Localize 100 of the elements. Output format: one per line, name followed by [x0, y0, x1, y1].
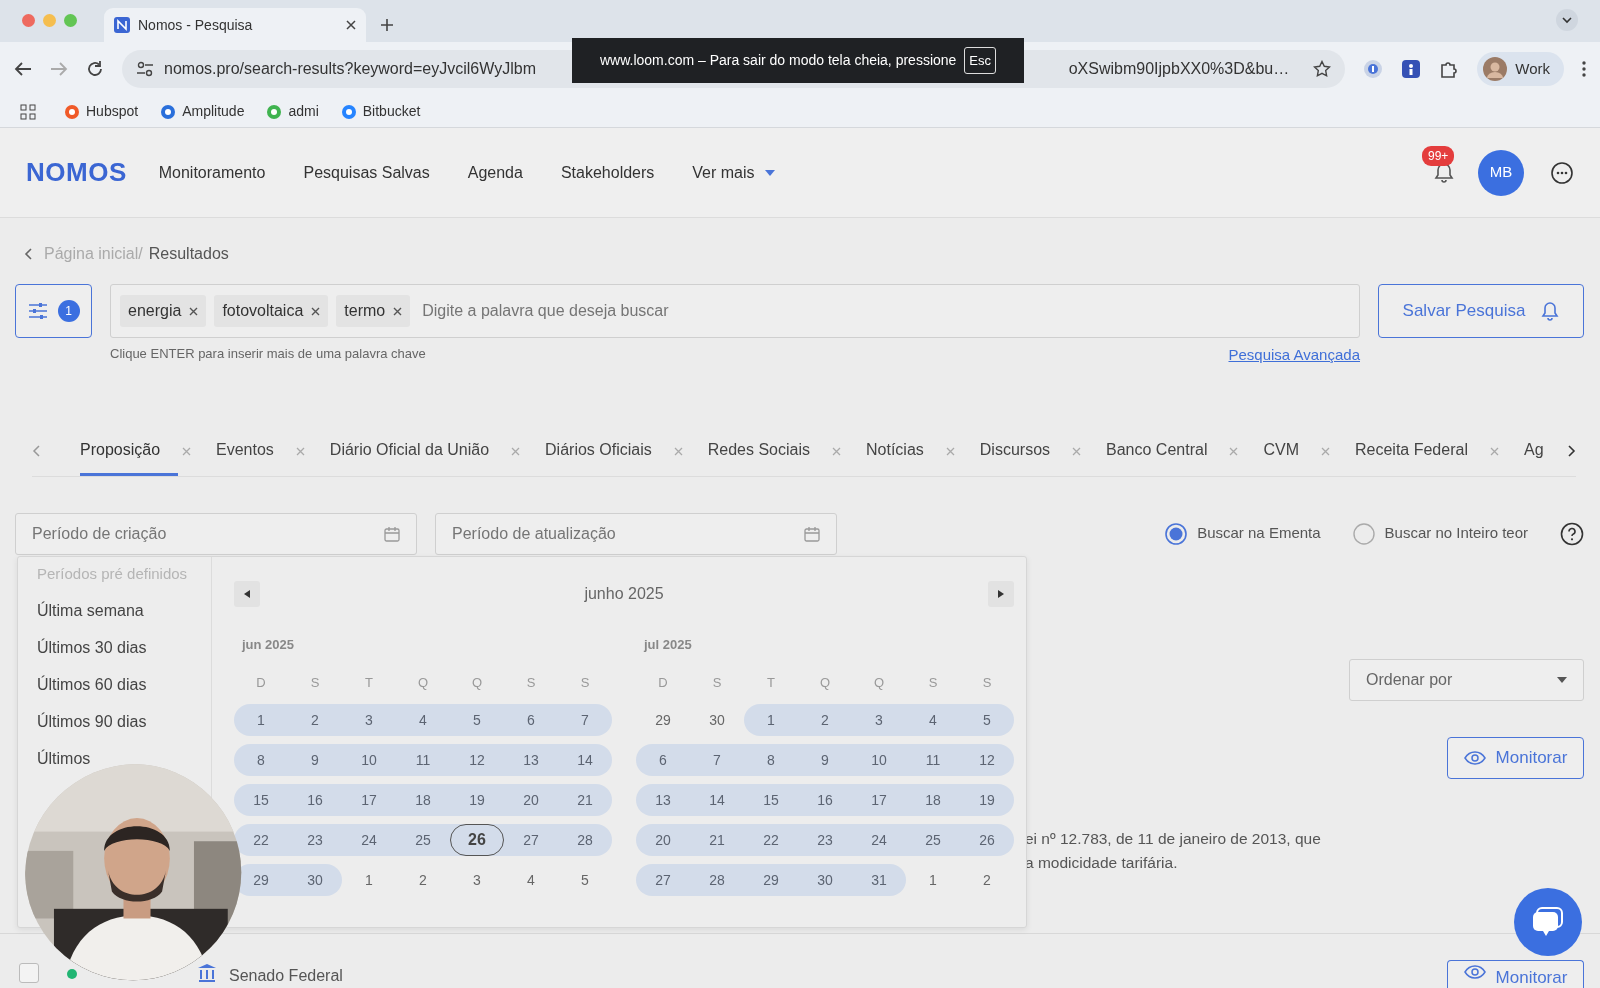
- user-avatar[interactable]: MB: [1478, 149, 1524, 196]
- keyword-tag: termo: [336, 295, 411, 327]
- preset-option[interactable]: Última semana: [37, 598, 144, 623]
- nav-link[interactable]: Monitoramento: [158, 160, 266, 185]
- eye-icon: [1463, 964, 1486, 979]
- nav-link[interactable]: Stakeholders: [560, 160, 655, 185]
- keyword-tag: fotovoltaica: [214, 295, 329, 327]
- calendar-day[interactable]: 3: [466, 870, 488, 890]
- weekday-label: S: [981, 673, 993, 692]
- calendar-day[interactable]: 4: [520, 870, 542, 890]
- chevron-left-icon[interactable]: [32, 445, 40, 457]
- checkbox[interactable]: [19, 962, 39, 983]
- url-text: oXSwibm90IjpbXX0%3D&bu…: [1068, 59, 1290, 79]
- previous-month-button[interactable]: [234, 581, 260, 607]
- category-tab[interactable]: Discursos: [961, 426, 1069, 476]
- reload-icon[interactable]: [86, 60, 104, 78]
- calendar-day[interactable]: 5: [574, 870, 596, 890]
- search-input[interactable]: Digite a palavra que deseja buscar: [420, 298, 1350, 324]
- more-icon[interactable]: [1582, 61, 1586, 77]
- nav-link[interactable]: Agenda: [467, 160, 523, 185]
- monitor-button[interactable]: Monitorar: [1447, 959, 1584, 988]
- remove-icon[interactable]: [393, 306, 403, 316]
- weekday-label: D: [255, 673, 267, 692]
- notice-text: www.loom.com – Para sair do modo tela cheia, pressione: [599, 51, 957, 70]
- bell-icon: [1541, 301, 1560, 321]
- category-tab[interactable]: Receita Federal: [1337, 426, 1486, 476]
- puzzle-icon[interactable]: [1439, 59, 1460, 79]
- calendar-day[interactable]: 1: [922, 870, 944, 890]
- radio-button[interactable]: [1165, 522, 1188, 545]
- menu-icon[interactable]: [1550, 160, 1574, 185]
- bookmark[interactable]: admi: [266, 101, 319, 122]
- window-control[interactable]: [22, 14, 35, 27]
- radio-button[interactable]: [1352, 522, 1375, 545]
- category-tab[interactable]: Notícias: [848, 426, 942, 476]
- category-tab[interactable]: Banco Central: [1088, 426, 1226, 476]
- chevron-right-icon[interactable]: [1568, 445, 1576, 457]
- weekday-label: S: [711, 673, 723, 692]
- profile-button[interactable]: Work: [1477, 52, 1564, 86]
- filter-button[interactable]: 1: [15, 284, 92, 338]
- save-search-button[interactable]: Salvar Pesquisa: [1378, 284, 1584, 338]
- calendar-day[interactable]: 2: [412, 870, 434, 890]
- count-badge: 1: [57, 300, 80, 322]
- star-icon[interactable]: [1313, 60, 1332, 78]
- apps-icon[interactable]: [20, 103, 36, 120]
- preset-option[interactable]: Últimos 60 dias: [37, 672, 147, 697]
- nav-link[interactable]: Pesquisas Salvas: [303, 160, 430, 185]
- next-month-button[interactable]: [988, 581, 1014, 607]
- url-text: nomos.pro/search-results?keyword=eyJvcil6WyJlbm: [164, 59, 536, 79]
- preset-option[interactable]: Últimos: [37, 746, 91, 771]
- category-tab[interactable]: Eventos: [198, 426, 292, 476]
- preset-option[interactable]: Últimos 30 dias: [37, 635, 147, 660]
- category-tab[interactable]: Proposição: [80, 426, 179, 476]
- category-tab[interactable]: Diários Oficiais: [527, 426, 670, 476]
- monitor-button[interactable]: Monitorar: [1447, 736, 1584, 779]
- back-icon[interactable]: [14, 61, 32, 77]
- back-icon[interactable]: [24, 248, 32, 260]
- presets-heading: Períodos pré definidos: [37, 564, 189, 584]
- sort-dropdown[interactable]: Ordenar por: [1349, 658, 1584, 701]
- preset-option[interactable]: Últimos 90 dias: [37, 709, 147, 734]
- dropdown-menu-button[interactable]: Ver mais: [692, 160, 775, 185]
- notification-badge: 99+: [1422, 145, 1455, 166]
- new-tab-icon[interactable]: [380, 18, 394, 32]
- close-icon[interactable]: [346, 20, 356, 30]
- radio-option[interactable]: Buscar na Ementa: [1165, 522, 1321, 545]
- category-tab[interactable]: Diário Oficial da União: [311, 426, 508, 476]
- category-tab[interactable]: Ag: [1505, 426, 1550, 476]
- calendar-day[interactable]: 29: [652, 710, 674, 730]
- source-label: Senado Federal: [229, 965, 343, 986]
- bookmark[interactable]: Bitbucket: [340, 101, 421, 122]
- calendar-title: junho 2025: [584, 584, 664, 604]
- caret-icon: [1557, 676, 1567, 683]
- advanced-search-link[interactable]: Pesquisa Avançada: [1228, 344, 1360, 367]
- remove-icon[interactable]: [189, 306, 199, 316]
- month-label: jul 2025: [642, 636, 693, 654]
- help-icon[interactable]: [1560, 521, 1584, 546]
- calendar-day[interactable]: 30: [706, 710, 728, 730]
- sliders-icon: [27, 302, 48, 320]
- category-tab[interactable]: Redes Sociais: [689, 426, 828, 476]
- search-field[interactable]: energia fotovoltaica termo Digite a palavra que deseja buscar: [110, 284, 1360, 338]
- logo[interactable]: NOMOS: [26, 153, 127, 192]
- weekday-label: D: [657, 673, 669, 692]
- radio-option[interactable]: Buscar no Inteiro teor: [1352, 522, 1528, 545]
- caret-right-icon: [998, 590, 1004, 598]
- bookmark[interactable]: Hubspot: [64, 101, 139, 122]
- hint-text: Clique ENTER para inserir mais de uma palavra chave: [110, 345, 426, 363]
- remove-icon[interactable]: [311, 306, 321, 316]
- extension-icon[interactable]: [1363, 59, 1384, 79]
- weekday-label: Q: [416, 673, 430, 692]
- extension-icon[interactable]: [1401, 59, 1422, 79]
- category-tab[interactable]: CVM: [1245, 426, 1317, 476]
- browser-tab[interactable]: Nomos - Pesquisa: [104, 8, 366, 42]
- bookmark[interactable]: Amplitude: [160, 101, 245, 122]
- caret-left-icon: [244, 590, 250, 598]
- tab-title: Nomos - Pesquisa: [138, 15, 254, 35]
- avatar-icon: [1483, 57, 1508, 81]
- caret-icon[interactable]: [1556, 9, 1578, 31]
- calendar-day[interactable]: 1: [358, 870, 380, 890]
- keyword-tag: energia: [120, 295, 207, 327]
- caret-icon: [764, 169, 775, 176]
- calendar-day[interactable]: 2: [976, 870, 998, 890]
